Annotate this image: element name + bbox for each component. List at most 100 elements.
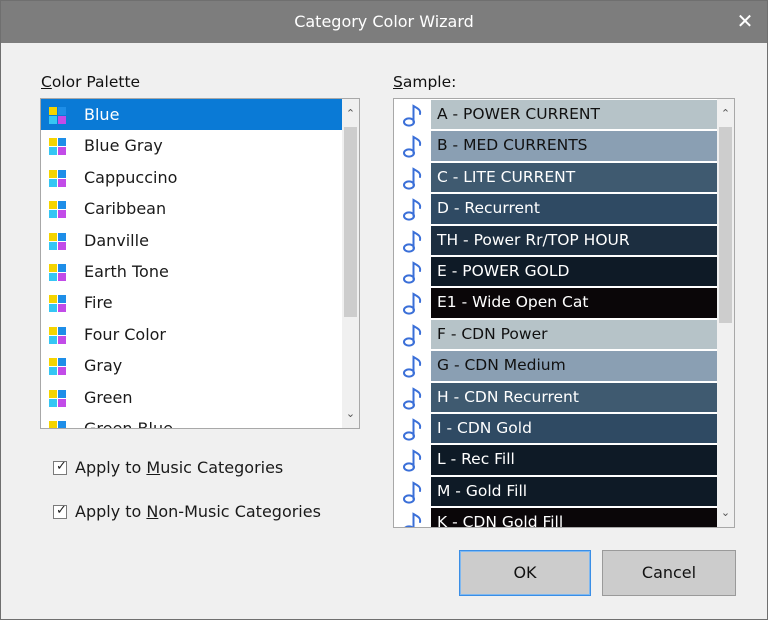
music-note-icon bbox=[403, 480, 422, 504]
music-note-icon bbox=[403, 229, 422, 253]
palette-quad-icon bbox=[49, 107, 66, 124]
palette-item[interactable]: Green bbox=[41, 382, 342, 413]
sample-label: Sample: bbox=[393, 73, 457, 91]
music-note-icon bbox=[403, 386, 422, 410]
sample-category-row[interactable]: I - CDN Gold bbox=[394, 413, 717, 444]
sample-category-label: A - POWER CURRENT bbox=[437, 105, 600, 123]
palette-item[interactable]: Cappuccino bbox=[41, 162, 342, 193]
palette-item[interactable]: Four Color bbox=[41, 319, 342, 350]
palette-item-label: Danville bbox=[84, 230, 149, 250]
palette-scrollbar[interactable]: ⌃ ⌄ bbox=[342, 99, 359, 428]
sample-items: A - POWER CURRENT B - MED CURRENTS C - LIT… bbox=[394, 99, 717, 527]
check-icon: ✓ bbox=[56, 459, 67, 474]
sample-category-row[interactable]: C - LITE CURRENT bbox=[394, 162, 717, 193]
palette-quad-icon bbox=[49, 389, 66, 407]
chevron-down-icon[interactable]: ⌄ bbox=[717, 504, 734, 521]
sample-category-row[interactable]: G - CDN Medium bbox=[394, 350, 717, 381]
sample-category-label: E - POWER GOLD bbox=[437, 261, 570, 280]
sample-category-row[interactable]: TH - Power Rr/TOP HOUR bbox=[394, 225, 717, 256]
palette-item[interactable]: Gray bbox=[41, 350, 342, 381]
palette-item-label: Four Color bbox=[84, 324, 166, 344]
palette-item[interactable]: Blue Gray bbox=[41, 130, 342, 161]
sample-category-label: I - CDN Gold bbox=[437, 418, 532, 437]
sample-category-label: D - Recurrent bbox=[437, 199, 540, 218]
sample-category-row[interactable]: H - CDN Recurrent bbox=[394, 382, 717, 413]
cancel-button[interactable]: Cancel bbox=[602, 550, 736, 596]
chevron-down-icon[interactable]: ⌄ bbox=[342, 405, 359, 422]
sample-category-row[interactable]: D - Recurrent bbox=[394, 193, 717, 224]
music-note-icon bbox=[403, 261, 422, 284]
music-note-icon bbox=[403, 135, 422, 158]
palette-scroll-thumb[interactable] bbox=[344, 127, 357, 317]
sample-category-label: G - CDN Medium bbox=[437, 356, 566, 375]
music-note-icon bbox=[403, 449, 422, 472]
palette-item-label: Caribbean bbox=[84, 199, 167, 219]
sample-category-row[interactable]: E - POWER GOLD bbox=[394, 256, 717, 287]
sample-category-row[interactable]: B - MED CURRENTS bbox=[394, 130, 717, 161]
music-note-icon bbox=[404, 512, 422, 527]
palette-item-label: Earth Tone bbox=[84, 261, 169, 281]
apply-nonmusic-label[interactable]: Apply to Non-Music Categories bbox=[75, 502, 321, 521]
palette-quad-icon bbox=[49, 232, 66, 250]
close-icon[interactable]: ✕ bbox=[733, 9, 757, 33]
sample-category-label: K - CDN Gold Fill bbox=[437, 513, 564, 527]
sample-category-label: L - Rec Fill bbox=[437, 450, 515, 469]
apply-nonmusic-checkbox[interactable]: ✓ bbox=[53, 503, 67, 519]
palette-quad-icon bbox=[49, 358, 66, 376]
sample-scrollbar[interactable]: ⌃ ⌄ bbox=[717, 99, 734, 527]
music-note-icon bbox=[403, 355, 422, 378]
palette-quad-icon bbox=[49, 169, 66, 187]
window-title: Category Color Wizard bbox=[294, 12, 474, 31]
sample-category-label: F - CDN Power bbox=[437, 324, 548, 343]
apply-music-checkbox[interactable]: ✓ bbox=[53, 459, 67, 475]
palette-item[interactable]: Danville bbox=[41, 225, 342, 256]
palette-quad-icon bbox=[49, 201, 66, 219]
palette-item[interactable]: Green Blue bbox=[41, 413, 342, 428]
ok-button[interactable]: OK bbox=[459, 550, 591, 596]
palette-item-label: Cappuccino bbox=[84, 167, 178, 187]
palette-item-label: Gray bbox=[84, 356, 123, 376]
color-palette-label: Color Palette bbox=[41, 73, 141, 91]
sample-list[interactable]: A - POWER CURRENT B - MED CURRENTS C - LIT… bbox=[393, 98, 735, 528]
chevron-up-icon[interactable]: ⌃ bbox=[342, 105, 359, 122]
music-note-icon bbox=[403, 418, 422, 441]
palette-item[interactable]: Blue bbox=[41, 99, 342, 131]
color-palette-items: Blue Blue Gray Cappuccino Caribbean Danville… bbox=[41, 99, 342, 428]
palette-item-label: Green bbox=[84, 387, 133, 407]
title-bar[interactable]: Category Color Wizard ✕ bbox=[1, 1, 767, 43]
palette-quad-icon bbox=[49, 420, 66, 428]
palette-item[interactable]: Earth Tone bbox=[41, 256, 342, 287]
palette-quad-icon bbox=[49, 326, 66, 344]
chevron-up-icon[interactable]: ⌃ bbox=[717, 105, 734, 122]
check-icon: ✓ bbox=[56, 503, 67, 518]
palette-item-label: Green Blue bbox=[84, 419, 173, 428]
color-palette-list[interactable]: Blue Blue Gray Cappuccino Caribbean Danville… bbox=[40, 98, 360, 429]
sample-category-label: C - LITE CURRENT bbox=[437, 167, 576, 186]
sample-category-row[interactable]: A - POWER CURRENT bbox=[394, 99, 717, 130]
palette-quad-icon bbox=[49, 138, 66, 156]
sample-category-row[interactable]: L - Rec Fill bbox=[394, 444, 717, 475]
palette-item[interactable]: Fire bbox=[41, 287, 342, 318]
sample-category-row[interactable]: E1 - Wide Open Cat bbox=[394, 287, 717, 318]
sample-category-label: TH - Power Rr/TOP HOUR bbox=[437, 230, 630, 249]
category-color-wizard-dialog: Category Color Wizard ✕ Color Palette Bl… bbox=[0, 0, 768, 620]
palette-item-label: Blue Gray bbox=[84, 136, 163, 156]
palette-quad-icon bbox=[49, 263, 66, 281]
sample-category-row[interactable]: F - CDN Power bbox=[394, 319, 717, 350]
sample-category-row[interactable]: K - CDN Gold Fill bbox=[394, 507, 717, 527]
palette-item-label: Blue bbox=[84, 105, 120, 124]
sample-category-label: E1 - Wide Open Cat bbox=[437, 293, 589, 312]
music-note-icon bbox=[403, 198, 422, 221]
sample-category-row[interactable]: M - Gold Fill bbox=[394, 476, 717, 507]
palette-item-label: Fire bbox=[84, 293, 113, 313]
music-note-icon bbox=[403, 292, 422, 315]
palette-quad-icon bbox=[49, 295, 66, 313]
music-note-icon bbox=[403, 167, 422, 190]
music-note-icon bbox=[403, 104, 422, 127]
apply-music-label[interactable]: Apply to Music Categories bbox=[75, 458, 283, 477]
sample-category-label: M - Gold Fill bbox=[437, 481, 528, 500]
sample-category-label: B - MED CURRENTS bbox=[437, 136, 588, 155]
sample-scroll-thumb[interactable] bbox=[719, 127, 732, 323]
palette-item[interactable]: Caribbean bbox=[41, 193, 342, 224]
sample-category-label: H - CDN Recurrent bbox=[437, 387, 579, 406]
